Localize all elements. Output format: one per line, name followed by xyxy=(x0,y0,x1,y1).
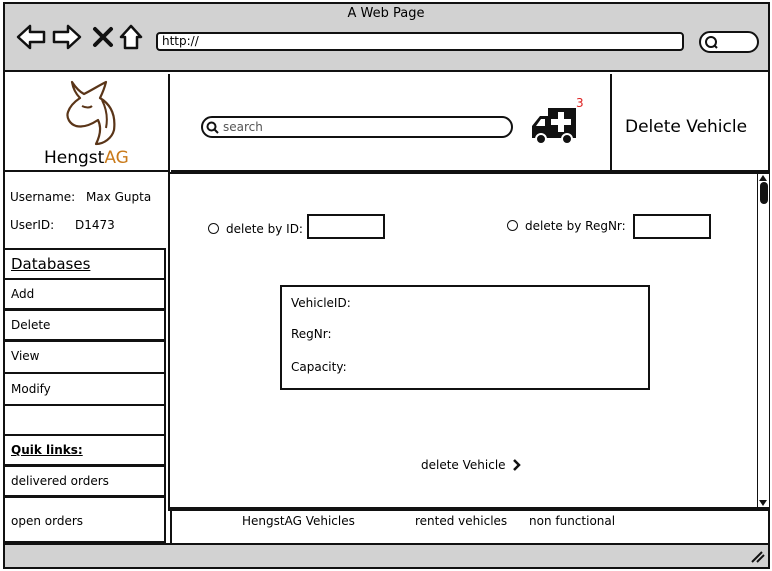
scrollbar[interactable] xyxy=(757,174,769,507)
delete-vehicle-button[interactable]: delete Vehicle xyxy=(421,458,506,472)
username-label: Username: xyxy=(10,190,76,204)
window-title: A Web Page xyxy=(347,6,425,21)
vehicle-id-input[interactable] xyxy=(307,214,385,239)
footer-link-hengstag-vehicles[interactable]: HengstAG Vehicles xyxy=(242,514,355,528)
home-icon[interactable] xyxy=(118,22,144,52)
search-icon xyxy=(206,121,219,134)
chevron-right-icon[interactable] xyxy=(512,459,521,471)
radio-delete-by-regnr[interactable] xyxy=(507,220,518,231)
ambulance-icon[interactable] xyxy=(530,104,578,146)
forward-arrow-icon[interactable] xyxy=(52,22,82,52)
scrollbar-thumb[interactable] xyxy=(760,182,768,204)
sidebar-item-modify[interactable]: Modify xyxy=(3,372,166,406)
footer-left-border xyxy=(170,511,172,543)
capacity-field-label: Capacity: xyxy=(291,360,347,374)
sidebar-spacer xyxy=(3,404,166,436)
sidebar-item-delete[interactable]: Delete xyxy=(3,309,166,341)
quicklink-open-orders[interactable]: open orders xyxy=(3,496,166,543)
search-icon xyxy=(705,36,718,49)
url-input[interactable]: http:// xyxy=(156,32,684,51)
regnr-field-label: RegNr: xyxy=(291,327,332,341)
sidebar-item-add[interactable]: Add xyxy=(3,278,166,310)
regnr-input[interactable] xyxy=(633,214,711,239)
notification-badge: 3 xyxy=(576,96,584,110)
delete-by-regnr-label: delete by RegNr: xyxy=(525,219,626,233)
databases-header: Databases xyxy=(3,248,166,280)
sidebar-item-view[interactable]: View xyxy=(3,340,166,374)
resize-grip-icon[interactable] xyxy=(750,550,766,564)
page-title: Delete Vehicle xyxy=(625,117,748,137)
back-arrow-icon[interactable] xyxy=(16,22,46,52)
delete-by-id-label: delete by ID: xyxy=(226,222,303,236)
brand-name: HengstAG xyxy=(44,148,129,168)
userid-label: UserID: xyxy=(10,218,55,232)
quicklinks-header: Quik links: xyxy=(3,434,166,466)
userid-value: D1473 xyxy=(75,218,115,232)
status-bar xyxy=(3,543,770,569)
scroll-up-icon[interactable] xyxy=(758,174,768,182)
scroll-down-icon[interactable] xyxy=(758,499,768,507)
search-input[interactable]: search xyxy=(201,116,513,138)
vehicle-id-field-label: VehicleID: xyxy=(291,296,351,310)
close-icon[interactable] xyxy=(92,22,114,52)
footer-link-non-functional[interactable]: non functional xyxy=(529,514,615,528)
radio-delete-by-id[interactable] xyxy=(208,223,219,234)
username-value: Max Gupta xyxy=(86,190,152,204)
footer-link-rented-vehicles[interactable]: rented vehicles xyxy=(415,514,507,528)
footer-divider xyxy=(168,509,769,511)
horse-logo-icon xyxy=(66,80,116,146)
quicklink-delivered-orders[interactable]: delivered orders xyxy=(3,465,166,497)
browser-search-field[interactable] xyxy=(699,31,759,53)
